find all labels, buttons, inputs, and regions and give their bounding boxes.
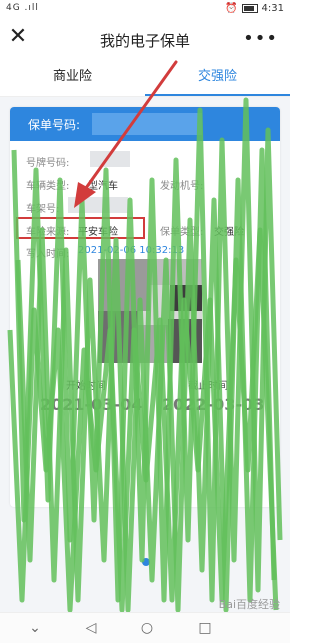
policy-number-blurred <box>92 113 202 135</box>
end-time-value: 2022-03-03 <box>162 395 265 414</box>
signal-indicator: 4G .ıll <box>6 3 39 13</box>
insurance-type-value: 交强险 <box>214 227 244 238</box>
engine-label: 发动机号: <box>160 181 204 192</box>
policy-number-label: 保单号码: <box>28 118 81 132</box>
tab-active-indicator <box>145 94 290 96</box>
home-icon[interactable]: ○ <box>138 619 156 637</box>
main-content: 保单号码: 号牌号码: 车辆类型: 型汽车 发动机号: 车架号: 车险来源: 平… <box>0 97 290 612</box>
title-bar: ✕ 我的电子保单 ••• <box>0 20 290 60</box>
status-bar: 4G .ıll ⏰ 4:31 <box>0 0 290 20</box>
frame-blurred <box>68 197 128 213</box>
back-icon[interactable]: ◁ <box>82 619 100 637</box>
vehicle-type-label: 车辆类型: <box>26 181 70 192</box>
system-nav-bar: ⌄ ◁ ○ □ <box>0 612 290 643</box>
start-time-label: 开始时间 <box>66 381 106 392</box>
alarm-icon: ⏰ <box>225 3 238 14</box>
tab-label: 商业险 <box>52 69 92 84</box>
status-right: ⏰ 4:31 <box>225 3 284 14</box>
qr-code-blurred <box>98 259 202 363</box>
insurance-type-label: 保单类型: <box>160 227 204 238</box>
tab-label: 交强险 <box>197 69 237 84</box>
vehicle-type-value: 型汽车 <box>88 181 118 192</box>
watermark: Bai百度经验 <box>218 598 280 611</box>
end-time-label: 截止时间 <box>188 381 228 392</box>
tab-commercial[interactable]: 商业险 <box>0 60 145 96</box>
plate-label: 号牌号码: <box>26 158 70 169</box>
start-time-value: 2021-03-04 <box>40 395 143 414</box>
status-time: 4:31 <box>261 3 284 14</box>
page-indicator-dot <box>142 558 150 566</box>
entry-time-value: 2021-02-06 10:32:13 <box>78 245 185 256</box>
chevron-down-icon[interactable]: ⌄ <box>26 619 44 637</box>
plate-blurred <box>90 151 130 167</box>
battery-icon <box>241 4 258 13</box>
entry-time-label: 写入时间: <box>26 249 70 260</box>
recents-icon[interactable]: □ <box>196 619 214 637</box>
more-icon[interactable]: ••• <box>243 28 278 49</box>
frame-label: 车架号: <box>26 204 60 215</box>
source-highlight-box <box>16 217 145 239</box>
policy-card: 保单号码: 号牌号码: 车辆类型: 型汽车 发动机号: 车架号: 车险来源: 平… <box>10 107 280 507</box>
tab-bar: 商业险 交强险 <box>0 60 290 97</box>
policy-card-header: 保单号码: <box>10 107 280 141</box>
tab-compulsory[interactable]: 交强险 <box>145 60 290 96</box>
